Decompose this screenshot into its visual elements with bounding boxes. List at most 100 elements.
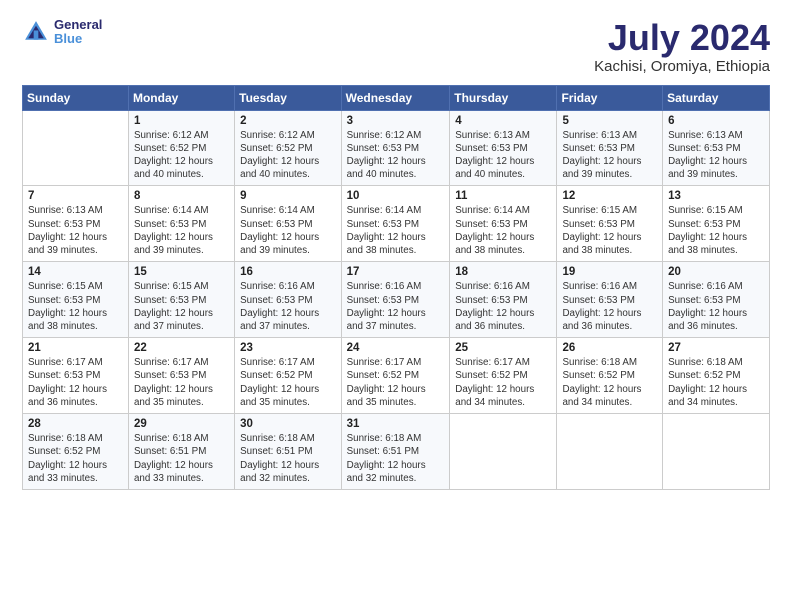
calendar-header-row: SundayMondayTuesdayWednesdayThursdayFrid…: [23, 85, 770, 110]
calendar-cell: 15 Sunrise: 6:15 AM Sunset: 6:53 PM Dayli…: [128, 262, 234, 338]
calendar-week-row: 14 Sunrise: 6:15 AM Sunset: 6:53 PM Dayli…: [23, 262, 770, 338]
day-info: Sunrise: 6:18 AM Sunset: 6:51 PM Dayligh…: [347, 432, 445, 485]
day-info: Sunrise: 6:13 AM Sunset: 6:53 PM Dayligh…: [562, 129, 657, 182]
logo-icon: [22, 18, 50, 46]
day-number: 15: [134, 266, 229, 278]
calendar-cell: 24 Sunrise: 6:17 AM Sunset: 6:52 PM Dayli…: [341, 338, 450, 414]
calendar-cell: 28 Sunrise: 6:18 AM Sunset: 6:52 PM Dayli…: [23, 414, 129, 490]
main-title: July 2024: [594, 18, 770, 58]
calendar-cell: 17 Sunrise: 6:16 AM Sunset: 6:53 PM Dayli…: [341, 262, 450, 338]
day-info: Sunrise: 6:13 AM Sunset: 6:53 PM Dayligh…: [455, 129, 551, 182]
day-info: Sunrise: 6:14 AM Sunset: 6:53 PM Dayligh…: [240, 204, 335, 257]
day-info: Sunrise: 6:15 AM Sunset: 6:53 PM Dayligh…: [28, 280, 123, 333]
logo-line2: Blue: [54, 32, 102, 46]
logo-text: General Blue: [54, 18, 102, 47]
calendar-cell: 22 Sunrise: 6:17 AM Sunset: 6:53 PM Dayli…: [128, 338, 234, 414]
logo: General Blue: [22, 18, 102, 47]
calendar-cell: 25Sunrise: 6:17 AM Sunset: 6:52 PM Dayli…: [450, 338, 557, 414]
calendar-cell: 7 Sunrise: 6:13 AM Sunset: 6:53 PM Daylig…: [23, 186, 129, 262]
calendar-cell: 14 Sunrise: 6:15 AM Sunset: 6:53 PM Dayli…: [23, 262, 129, 338]
day-info: Sunrise: 6:18 AM Sunset: 6:51 PM Dayligh…: [134, 432, 229, 485]
day-info: Sunrise: 6:18 AM Sunset: 6:52 PM Dayligh…: [562, 356, 657, 409]
day-number: 14: [28, 266, 123, 278]
day-number: 20: [668, 266, 764, 278]
page: General Blue July 2024 Kachisi, Oromiya,…: [0, 0, 792, 612]
day-number: 21: [28, 342, 123, 354]
calendar-week-row: 21 Sunrise: 6:17 AM Sunset: 6:53 PM Dayli…: [23, 338, 770, 414]
day-info: Sunrise: 6:15 AM Sunset: 6:53 PM Dayligh…: [668, 204, 764, 257]
day-info: Sunrise: 6:12 AM Sunset: 6:53 PM Dayligh…: [347, 129, 445, 182]
day-info: Sunrise: 6:15 AM Sunset: 6:53 PM Dayligh…: [134, 280, 229, 333]
day-info: Sunrise: 6:17 AM Sunset: 6:53 PM Dayligh…: [28, 356, 123, 409]
day-number: 6: [668, 115, 764, 127]
day-info: Sunrise: 6:15 AM Sunset: 6:53 PM Dayligh…: [562, 204, 657, 257]
day-number: 16: [240, 266, 335, 278]
calendar-cell: 12 Sunrise: 6:15 AM Sunset: 6:53 PM Dayli…: [557, 186, 663, 262]
day-info: Sunrise: 6:17 AM Sunset: 6:52 PM Dayligh…: [347, 356, 445, 409]
day-info: Sunrise: 6:17 AM Sunset: 6:52 PM Dayligh…: [240, 356, 335, 409]
calendar-cell: 2 Sunrise: 6:12 AM Sunset: 6:52 PM Daylig…: [235, 110, 341, 186]
calendar-cell: 5 Sunrise: 6:13 AM Sunset: 6:53 PM Daylig…: [557, 110, 663, 186]
day-info: Sunrise: 6:17 AM Sunset: 6:53 PM Dayligh…: [134, 356, 229, 409]
day-number: 28: [28, 418, 123, 430]
calendar-table: SundayMondayTuesdayWednesdayThursdayFrid…: [22, 85, 770, 490]
calendar-cell: 21 Sunrise: 6:17 AM Sunset: 6:53 PM Dayli…: [23, 338, 129, 414]
calendar-cell: 31Sunrise: 6:18 AM Sunset: 6:51 PM Dayli…: [341, 414, 450, 490]
day-info: Sunrise: 6:18 AM Sunset: 6:52 PM Dayligh…: [668, 356, 764, 409]
calendar-cell: 6 Sunrise: 6:13 AM Sunset: 6:53 PM Daylig…: [663, 110, 770, 186]
day-number: 25: [455, 342, 551, 354]
day-number: 22: [134, 342, 229, 354]
day-number: 29: [134, 418, 229, 430]
day-info: Sunrise: 6:18 AM Sunset: 6:51 PM Dayligh…: [240, 432, 335, 485]
day-number: 26: [562, 342, 657, 354]
calendar-cell: 19Sunrise: 6:16 AM Sunset: 6:53 PM Dayli…: [557, 262, 663, 338]
day-info: Sunrise: 6:18 AM Sunset: 6:52 PM Dayligh…: [28, 432, 123, 485]
weekday-header: Wednesday: [341, 85, 450, 110]
day-info: Sunrise: 6:16 AM Sunset: 6:53 PM Dayligh…: [347, 280, 445, 333]
day-number: 4: [455, 115, 551, 127]
day-number: 1: [134, 115, 229, 127]
day-number: 9: [240, 190, 335, 202]
calendar-cell: 9 Sunrise: 6:14 AM Sunset: 6:53 PM Daylig…: [235, 186, 341, 262]
calendar-week-row: 28 Sunrise: 6:18 AM Sunset: 6:52 PM Dayli…: [23, 414, 770, 490]
day-number: 2: [240, 115, 335, 127]
day-info: Sunrise: 6:16 AM Sunset: 6:53 PM Dayligh…: [668, 280, 764, 333]
calendar-week-row: 7 Sunrise: 6:13 AM Sunset: 6:53 PM Daylig…: [23, 186, 770, 262]
calendar-cell: 13 Sunrise: 6:15 AM Sunset: 6:53 PM Dayli…: [663, 186, 770, 262]
subtitle: Kachisi, Oromiya, Ethiopia: [594, 58, 770, 75]
day-info: Sunrise: 6:13 AM Sunset: 6:53 PM Dayligh…: [28, 204, 123, 257]
calendar-cell: 23 Sunrise: 6:17 AM Sunset: 6:52 PM Dayli…: [235, 338, 341, 414]
weekday-header: Sunday: [23, 85, 129, 110]
day-info: Sunrise: 6:16 AM Sunset: 6:53 PM Dayligh…: [562, 280, 657, 333]
day-number: 13: [668, 190, 764, 202]
calendar-cell: 16 Sunrise: 6:16 AM Sunset: 6:53 PM Dayli…: [235, 262, 341, 338]
calendar-cell: [450, 414, 557, 490]
day-number: 12: [562, 190, 657, 202]
calendar-cell: 8Sunrise: 6:14 AM Sunset: 6:53 PM Daylig…: [128, 186, 234, 262]
day-number: 23: [240, 342, 335, 354]
calendar-week-row: 1 Sunrise: 6:12 AM Sunset: 6:52 PM Daylig…: [23, 110, 770, 186]
weekday-header: Tuesday: [235, 85, 341, 110]
day-info: Sunrise: 6:13 AM Sunset: 6:53 PM Dayligh…: [668, 129, 764, 182]
weekday-header: Friday: [557, 85, 663, 110]
day-info: Sunrise: 6:16 AM Sunset: 6:53 PM Dayligh…: [455, 280, 551, 333]
day-info: Sunrise: 6:16 AM Sunset: 6:53 PM Dayligh…: [240, 280, 335, 333]
calendar-cell: 26 Sunrise: 6:18 AM Sunset: 6:52 PM Dayli…: [557, 338, 663, 414]
calendar-cell: 29 Sunrise: 6:18 AM Sunset: 6:51 PM Dayli…: [128, 414, 234, 490]
calendar-cell: [557, 414, 663, 490]
calendar-cell: 27 Sunrise: 6:18 AM Sunset: 6:52 PM Dayli…: [663, 338, 770, 414]
day-number: 30: [240, 418, 335, 430]
calendar-cell: 3Sunrise: 6:12 AM Sunset: 6:53 PM Daylig…: [341, 110, 450, 186]
day-number: 27: [668, 342, 764, 354]
day-info: Sunrise: 6:12 AM Sunset: 6:52 PM Dayligh…: [240, 129, 335, 182]
weekday-header: Thursday: [450, 85, 557, 110]
calendar-cell: 30 Sunrise: 6:18 AM Sunset: 6:51 PM Dayli…: [235, 414, 341, 490]
calendar-cell: 1Sunrise: 6:12 AM Sunset: 6:52 PM Daylig…: [128, 110, 234, 186]
day-number: 5: [562, 115, 657, 127]
weekday-header: Saturday: [663, 85, 770, 110]
header: General Blue July 2024 Kachisi, Oromiya,…: [22, 18, 770, 75]
day-number: 7: [28, 190, 123, 202]
logo-line1: General: [54, 18, 102, 32]
day-number: 17: [347, 266, 445, 278]
day-number: 24: [347, 342, 445, 354]
